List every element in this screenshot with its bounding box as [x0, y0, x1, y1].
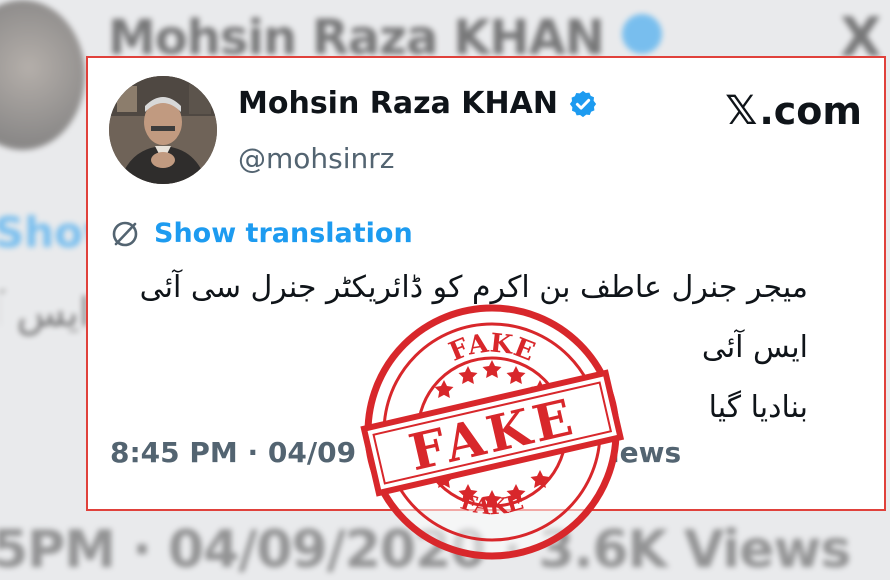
translate-globe-icon — [112, 221, 138, 246]
verified-badge-icon — [569, 90, 597, 117]
user-handle[interactable]: @mohsinrz — [238, 142, 394, 175]
background-urdu-text: ایس آئی — [0, 290, 90, 336]
tweet-timestamp[interactable]: 8:45 PM · 04/09 — [110, 436, 356, 469]
translate-row[interactable]: Show translation — [110, 218, 413, 249]
avatar[interactable] — [109, 76, 217, 184]
show-translation-link[interactable]: Show translation — [154, 218, 413, 249]
background-avatar — [0, 0, 85, 150]
fake-stamp: FAKE FAKE FAKE — [360, 304, 624, 560]
display-name[interactable]: Mohsin Raza KHAN — [238, 86, 558, 121]
background-verified-icon — [622, 14, 662, 54]
x-logo-icon: 𝕏 — [725, 88, 758, 134]
author-row: Mohsin Raza KHAN — [238, 86, 598, 121]
source-domain: .com — [759, 89, 862, 133]
source-label: 𝕏 .com — [725, 88, 862, 134]
avatar-photo — [109, 76, 217, 184]
